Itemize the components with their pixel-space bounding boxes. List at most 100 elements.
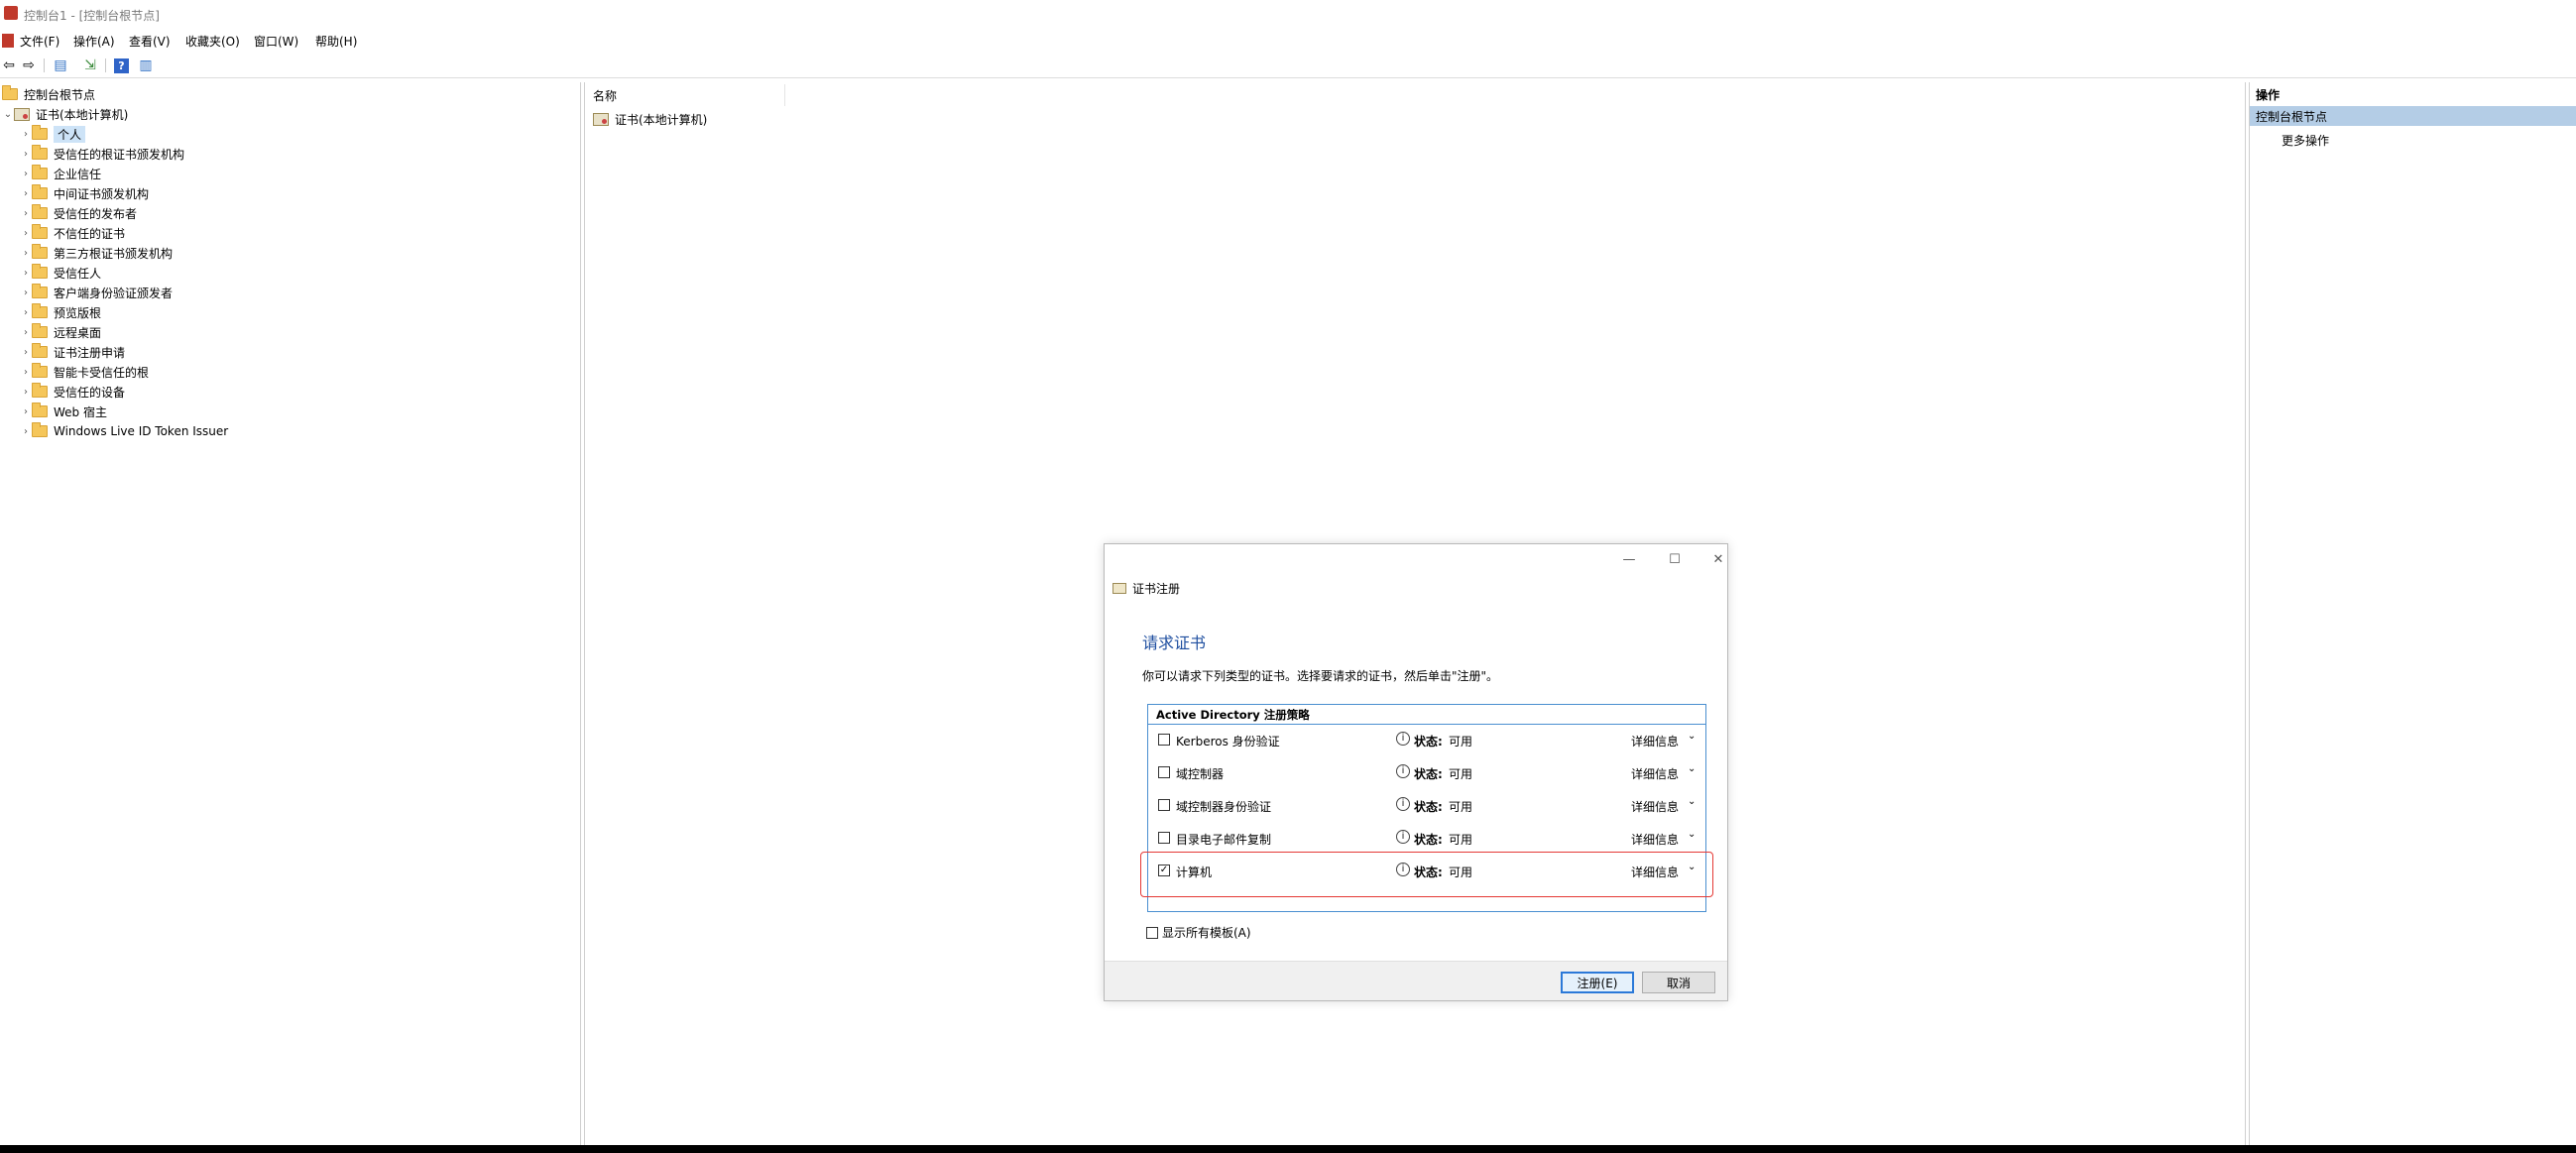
policy-header: Active Directory 注册策略: [1148, 705, 1705, 725]
tree-item[interactable]: › 受信任人: [20, 263, 101, 283]
chevron-right-icon[interactable]: ›: [20, 288, 32, 298]
dialog-heading: 请求证书: [1142, 634, 1207, 652]
show-all-templates[interactable]: 显示所有模板(A): [1146, 924, 1251, 941]
status-label: 状态:: [1414, 800, 1443, 814]
tree-label: 预览版根: [54, 305, 102, 320]
tree-item[interactable]: › Web 宿主: [20, 402, 107, 421]
template-checkbox[interactable]: [1158, 766, 1170, 778]
tree-label: 受信任的发布者: [54, 206, 138, 221]
menu-action[interactable]: 操作(A): [73, 33, 115, 50]
chevron-right-icon[interactable]: ›: [20, 188, 32, 199]
template-row-kerberos: Kerberos 身份验证 i 状态: 可用 详细信息 ⌄: [1148, 729, 1705, 750]
tree-item[interactable]: › 受信任的发布者: [20, 203, 137, 223]
tree-label: 中间证书颁发机构: [54, 186, 150, 201]
tree-item[interactable]: › 中间证书颁发机构: [20, 183, 149, 203]
menu-bar: 文件(F) 操作(A) 查看(V) 收藏夹(O) 窗口(W) 帮助(H): [0, 30, 2576, 52]
chevron-right-icon[interactable]: ›: [20, 406, 32, 417]
close-icon[interactable]: ✕: [1701, 548, 1735, 570]
details-toggle[interactable]: 详细信息: [1631, 831, 1679, 848]
window-title: 控制台1 - [控制台根节点]: [24, 9, 160, 23]
toolbar-separator: [44, 58, 45, 72]
chevron-down-icon[interactable]: ⌄: [1688, 731, 1696, 742]
menu-view[interactable]: 查看(V): [129, 33, 171, 50]
red-highlight-annotation: [1140, 852, 1713, 897]
template-row-domain-controller: 域控制器 i 状态: 可用 详细信息 ⌄: [1148, 761, 1705, 783]
chevron-right-icon[interactable]: ›: [20, 228, 32, 239]
tree-certificates-local[interactable]: ⌄ 证书(本地计算机): [2, 104, 128, 124]
menu-help[interactable]: 帮助(H): [315, 33, 357, 50]
status-value: 可用: [1449, 833, 1473, 847]
chevron-right-icon[interactable]: ›: [20, 347, 32, 358]
tree-item[interactable]: › 受信任的设备: [20, 382, 125, 402]
tree-item[interactable]: › 不信任的证书: [20, 223, 125, 243]
chevron-right-icon[interactable]: ›: [20, 387, 32, 398]
chevron-right-icon[interactable]: ›: [20, 307, 32, 318]
tree-item[interactable]: › 证书注册申请: [20, 342, 125, 362]
tree-item[interactable]: › 远程桌面: [20, 322, 101, 342]
menu-file[interactable]: 文件(F): [20, 33, 59, 50]
template-name: 目录电子邮件复制: [1176, 833, 1272, 847]
back-arrow-icon[interactable]: ⇦: [0, 57, 18, 74]
folder-icon: [32, 184, 48, 199]
status-label: 状态:: [1414, 833, 1443, 847]
menu-window[interactable]: 窗口(W): [254, 33, 298, 50]
tree-console-root[interactable]: 控制台根节点: [2, 84, 95, 104]
chevron-right-icon[interactable]: ›: [20, 268, 32, 279]
chevron-down-icon[interactable]: ⌄: [1688, 796, 1696, 807]
console-tree-pane: 控制台根节点 ⌄ 证书(本地计算机) › 个人 › 受信任的根证书颁发机构 › …: [0, 82, 581, 1145]
column-header-name[interactable]: 名称: [585, 84, 785, 106]
show-all-checkbox[interactable]: [1146, 926, 1158, 939]
folder-icon: [32, 303, 48, 318]
template-checkbox[interactable]: [1158, 734, 1170, 746]
chevron-right-icon[interactable]: ›: [20, 367, 32, 378]
tree-item-personal[interactable]: › 个人: [20, 124, 86, 144]
folder-icon: [32, 204, 48, 219]
chevron-right-icon[interactable]: ›: [20, 248, 32, 259]
template-checkbox[interactable]: [1158, 832, 1170, 844]
show-hide-action-pane-icon[interactable]: ▥: [137, 57, 155, 74]
folder-icon: [32, 403, 48, 417]
tree-item[interactable]: › 第三方根证书颁发机构: [20, 243, 173, 263]
cancel-button[interactable]: 取消: [1642, 972, 1715, 993]
folder-icon: [32, 165, 48, 179]
maximize-icon[interactable]: ☐: [1658, 548, 1692, 570]
export-list-icon[interactable]: ⇲: [81, 57, 99, 74]
tree-label: 客户端身份验证颁发者: [54, 286, 174, 300]
forward-arrow-icon[interactable]: ⇨: [20, 57, 38, 74]
tree-item[interactable]: › Windows Live ID Token Issuer: [20, 421, 228, 441]
chevron-right-icon[interactable]: ›: [20, 169, 32, 179]
chevron-down-icon[interactable]: ⌄: [2, 109, 14, 120]
tree-item[interactable]: › 受信任的根证书颁发机构: [20, 144, 184, 164]
chevron-down-icon[interactable]: ⌄: [1688, 829, 1696, 840]
menu-favorites[interactable]: 收藏夹(O): [185, 33, 240, 50]
details-toggle[interactable]: 详细信息: [1631, 733, 1679, 749]
title-bar: 控制台1 - [控制台根节点]: [0, 0, 2576, 30]
chevron-right-icon[interactable]: ›: [20, 327, 32, 338]
chevron-right-icon[interactable]: ›: [20, 129, 32, 140]
details-toggle[interactable]: 详细信息: [1631, 765, 1679, 782]
show-hide-tree-icon[interactable]: ▤: [52, 57, 69, 74]
chevron-right-icon[interactable]: ›: [20, 149, 32, 160]
tree-label: 智能卡受信任的根: [54, 365, 150, 380]
tree-item[interactable]: › 企业信任: [20, 164, 101, 183]
tree-item[interactable]: › 客户端身份验证颁发者: [20, 283, 173, 302]
folder-icon: [32, 125, 48, 140]
minimize-icon[interactable]: —: [1612, 548, 1646, 570]
status-value: 可用: [1449, 800, 1473, 814]
template-checkbox[interactable]: [1158, 799, 1170, 811]
toolbar-separator: [105, 58, 106, 72]
chevron-down-icon[interactable]: ⌄: [1688, 763, 1696, 774]
help-icon[interactable]: ?: [114, 58, 129, 73]
chevron-right-icon[interactable]: ›: [20, 208, 32, 219]
chevron-right-icon[interactable]: ›: [20, 426, 32, 437]
console-doc-icon[interactable]: [2, 34, 14, 48]
tree-item[interactable]: › 预览版根: [20, 302, 101, 322]
details-toggle[interactable]: 详细信息: [1631, 798, 1679, 815]
actions-header: 操作: [2256, 87, 2281, 102]
more-actions-link[interactable]: 更多操作: [2282, 132, 2329, 149]
certificate-icon: [1112, 583, 1126, 594]
actions-section-console-root[interactable]: 控制台根节点: [2250, 106, 2576, 126]
list-item[interactable]: 证书(本地计算机): [593, 109, 707, 129]
tree-item[interactable]: › 智能卡受信任的根: [20, 362, 149, 382]
enroll-button[interactable]: 注册(E): [1561, 972, 1634, 993]
